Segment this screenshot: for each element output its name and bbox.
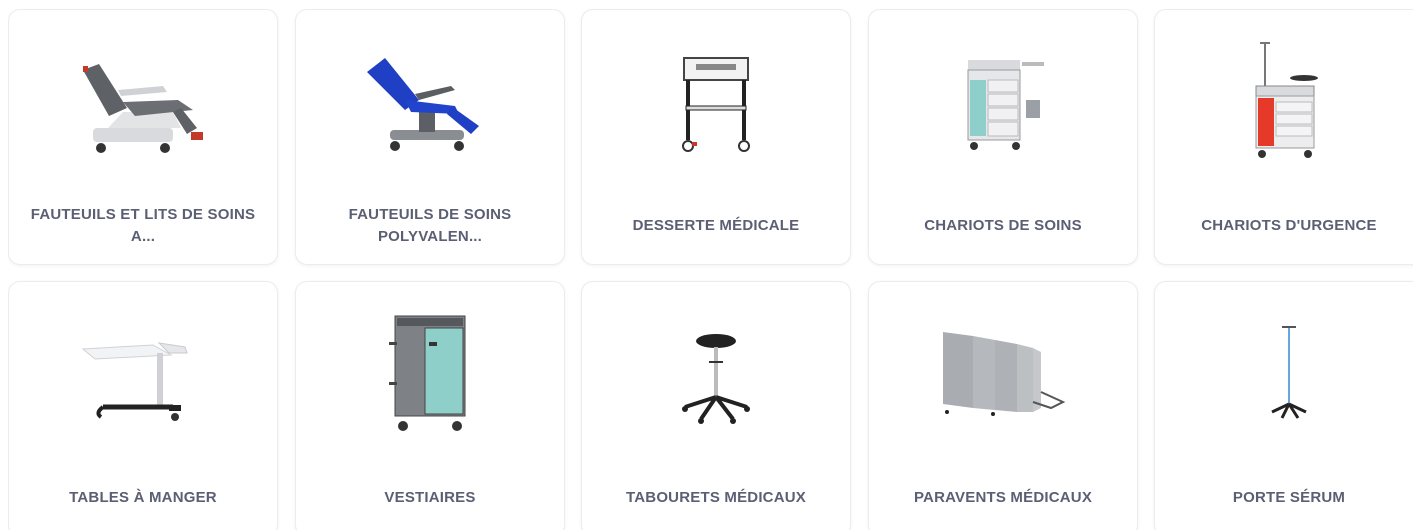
medical-cart-image — [582, 30, 850, 180]
category-label: TABLES À MANGER — [69, 489, 217, 506]
care-trolley-image — [869, 30, 1137, 180]
category-label: DESSERTE MÉDICALE — [632, 217, 800, 234]
category-label: PORTE SÉRUM — [1232, 489, 1346, 506]
category-card-desserte-medicale[interactable]: DESSERTE MÉDICALE — [581, 9, 851, 265]
category-card-tabourets-medicaux[interactable]: TABOURETS MÉDICAUX — [581, 281, 851, 530]
category-card-fauteuils-polyvalents[interactable]: FAUTEUILS DE SOINS POLYVALEN... — [295, 9, 565, 265]
category-card-tables-manger[interactable]: TABLES À MANGER — [8, 281, 278, 530]
locker-image — [296, 302, 564, 452]
medical-stool-image — [582, 302, 850, 452]
category-label: TABOURETS MÉDICAUX — [626, 489, 806, 506]
medical-recliner-image — [9, 30, 277, 180]
care-chair-image — [296, 30, 564, 180]
category-label: CHARIOTS D'URGENCE — [1201, 217, 1377, 234]
category-card-chariots-urgence[interactable]: CHARIOTS D'URGENCE — [1154, 9, 1413, 265]
category-label: PARAVENTS MÉDICAUX — [913, 489, 1093, 506]
category-label: FAUTEUILS ET LITS DE SOINS A... — [30, 206, 256, 245]
category-label: FAUTEUILS DE SOINS POLYVALEN... — [348, 206, 512, 245]
emergency-trolley-image — [1155, 30, 1413, 180]
category-card-fauteuils-lits[interactable]: FAUTEUILS ET LITS DE SOINS A... — [8, 9, 278, 265]
iv-pole-image — [1155, 302, 1413, 452]
category-label: CHARIOTS DE SOINS — [924, 217, 1082, 234]
category-card-vestiaires[interactable]: VESTIAIRES — [295, 281, 565, 530]
category-card-paravents-medicaux[interactable]: PARAVENTS MÉDICAUX — [868, 281, 1138, 530]
category-label: VESTIAIRES — [384, 489, 476, 506]
category-card-porte-serum[interactable]: PORTE SÉRUM — [1154, 281, 1413, 530]
overbed-table-image — [9, 302, 277, 452]
category-card-chariots-soins[interactable]: CHARIOTS DE SOINS — [868, 9, 1138, 265]
product-category-grid: FAUTEUILS ET LITS DE SOINS A... FAUTEUIL… — [8, 9, 1413, 530]
medical-screen-image — [869, 302, 1137, 452]
